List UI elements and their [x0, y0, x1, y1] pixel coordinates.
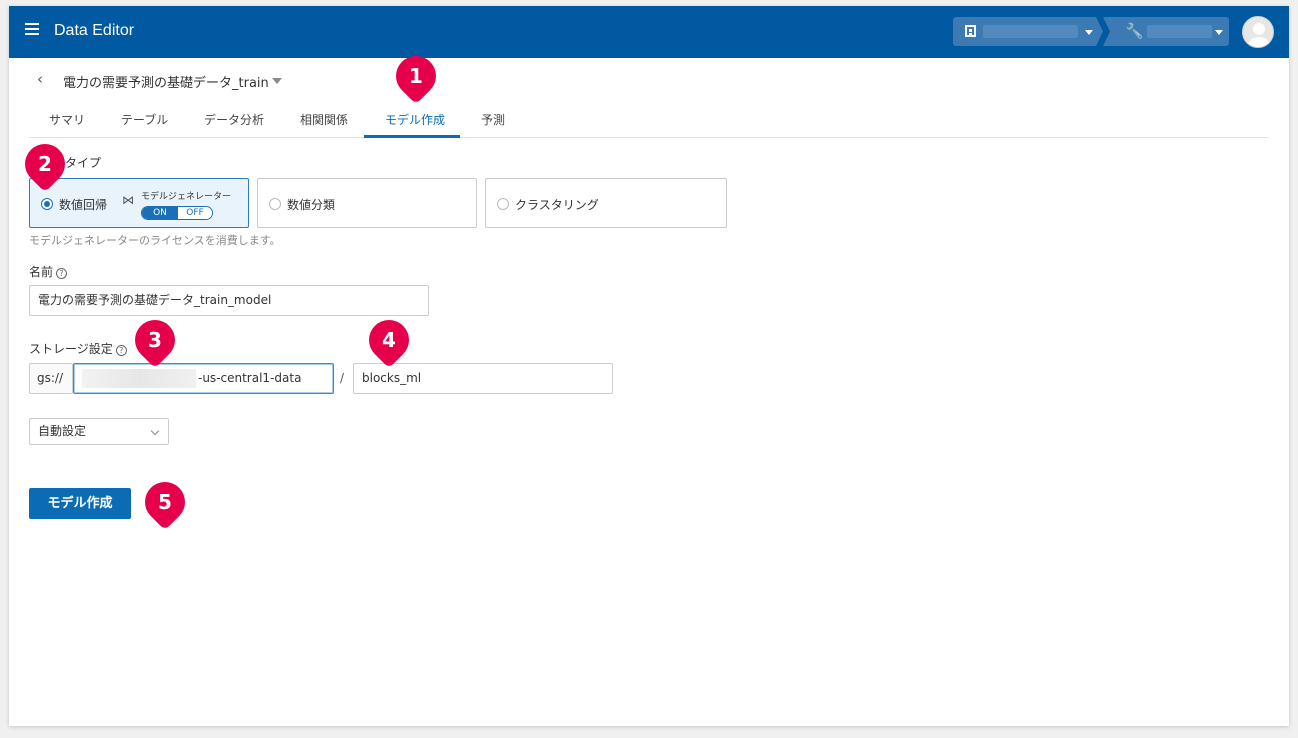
storage-label: ストレージ設定	[29, 342, 113, 356]
name-label-row: 名前?	[29, 263, 68, 280]
back-icon[interactable]: ‹	[37, 70, 43, 88]
project-selector[interactable]: 🔧	[1103, 17, 1229, 46]
radio-unselected[interactable]	[497, 198, 509, 210]
active-tab-indicator	[364, 135, 460, 138]
app-title: Data Editor	[54, 22, 135, 39]
type-option-label: 数値分類	[287, 198, 336, 212]
tab-prediction[interactable]: 予測	[481, 111, 505, 128]
organization-selector[interactable]	[953, 17, 1103, 46]
model-generator-toggle[interactable]: ON OFF	[141, 206, 213, 220]
help-icon[interactable]: ?	[115, 345, 127, 356]
tab-data-analysis[interactable]: データ分析	[204, 111, 264, 128]
radio-unselected[interactable]	[269, 198, 281, 210]
toggle-on[interactable]: ON	[142, 207, 178, 219]
create-model-button[interactable]: モデル作成	[29, 488, 131, 519]
type-option-clustering[interactable]: クラスタリング	[485, 178, 727, 228]
storage-label-row: ストレージ設定?	[29, 340, 127, 357]
building-icon	[965, 25, 976, 37]
tab-model-creation[interactable]: モデル作成	[385, 111, 445, 128]
project-name	[1147, 25, 1212, 38]
tab-summary[interactable]: サマリ	[49, 111, 85, 128]
marker-2-label: 2	[38, 151, 52, 176]
bucket-input[interactable]: -us-central1-data	[73, 363, 334, 394]
type-option-regression[interactable]: 数値回帰 ⋈ モデルジェネレーター ON OFF	[29, 178, 249, 228]
caret-down-icon[interactable]	[272, 78, 282, 84]
marker-5-label: 5	[158, 490, 172, 515]
marker-3: 3	[126, 311, 184, 369]
chevron-down-icon	[1215, 30, 1223, 35]
marker-4: 4	[360, 311, 418, 369]
organization-name	[983, 25, 1078, 38]
license-hint: モデルジェネレーターのライセンスを消費します。	[29, 234, 281, 247]
marker-1-label: 1	[409, 63, 423, 88]
type-option-classification[interactable]: 数値分類	[257, 178, 477, 228]
chevron-down-icon	[150, 426, 160, 436]
marker-4-label: 4	[382, 327, 396, 352]
tab-table[interactable]: テーブル	[121, 111, 168, 128]
app-window: Data Editor 🔧 ‹ 電力の需要予測の基礎データ_train サマリ …	[9, 6, 1289, 726]
model-name-input[interactable]: 電力の需要予測の基礎データ_train_model	[29, 285, 429, 316]
chevron-down-icon	[1085, 30, 1093, 35]
type-option-label: 数値回帰	[59, 198, 108, 212]
model-generator-label: モデルジェネレーター	[141, 192, 232, 202]
gcs-prefix: gs://	[29, 363, 73, 394]
type-option-label: クラスタリング	[515, 198, 599, 212]
storage-path-input[interactable]: blocks_ml	[353, 363, 613, 394]
auto-setting-value: 自動設定	[38, 424, 87, 438]
bucket-name-redacted	[82, 369, 196, 388]
wrench-icon: 🔧	[1125, 22, 1144, 40]
model-generator-icon: ⋈	[122, 193, 134, 207]
app-bar: Data Editor 🔧	[9, 6, 1289, 58]
marker-5: 5	[136, 473, 194, 531]
model-type-label: タイプ	[65, 156, 102, 170]
avatar[interactable]	[1242, 16, 1274, 48]
help-icon[interactable]: ?	[56, 268, 68, 279]
dataset-title[interactable]: 電力の需要予測の基礎データ_train	[63, 72, 269, 91]
name-label: 名前	[29, 265, 54, 279]
toggle-off[interactable]: OFF	[178, 207, 212, 219]
tab-correlation[interactable]: 相関関係	[300, 111, 348, 128]
auto-setting-select[interactable]: 自動設定	[29, 418, 169, 445]
radio-selected[interactable]	[41, 198, 53, 210]
marker-3-label: 3	[148, 327, 162, 352]
path-separator: /	[340, 371, 345, 385]
menu-icon[interactable]	[25, 23, 39, 37]
bucket-suffix: -us-central1-data	[198, 371, 302, 385]
tab-bar: サマリ テーブル データ分析 相関関係 モデル作成 予測	[29, 104, 1269, 138]
